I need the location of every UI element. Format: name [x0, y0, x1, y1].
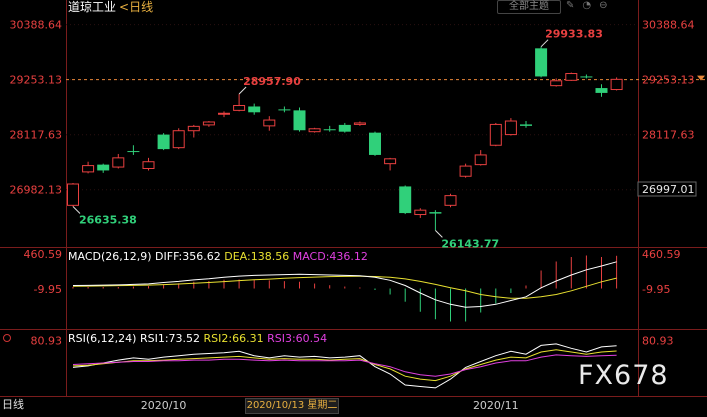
rsi-legend-label: RSI(6,12,24)	[68, 332, 137, 345]
macd-legend-label: MACD(26,12,9)	[68, 250, 152, 263]
candle-body	[489, 123, 502, 146]
candle-body	[610, 78, 623, 91]
last-price-label: 26997.01	[642, 183, 695, 196]
period-switcher[interactable]: <日线	[119, 0, 153, 14]
macd-axis-label-left: -9.95	[34, 283, 62, 296]
candle-body	[97, 164, 110, 171]
candle-body	[550, 80, 563, 87]
candle-body	[67, 183, 79, 206]
rsi-line-rsi1	[72, 343, 617, 389]
candle-body	[565, 73, 578, 81]
candle-body	[308, 128, 321, 133]
candle-body	[157, 134, 170, 150]
crosshair-date-label: 2020/10/13 星期二	[245, 398, 339, 414]
price-axis-label-right: 30388.64	[642, 19, 695, 32]
candle-body	[142, 161, 155, 170]
macd-axis-label-left: 460.59	[24, 248, 63, 261]
macd-legend-dea: DEA:138.56	[224, 250, 290, 263]
candle-body	[580, 76, 593, 78]
high-label: 28957.90	[243, 75, 301, 88]
candle-body	[369, 132, 381, 155]
chart-stage: 26635.38 28957.90 26143.77 29933.83 30388.6…	[0, 0, 707, 414]
price-axis-label-left: 29253.13	[10, 74, 63, 87]
price-axis-label-left: 30388.64	[10, 19, 63, 32]
date-axis-label: 2020/10	[141, 399, 187, 412]
low-label: 26143.77	[441, 237, 499, 250]
candle-body	[414, 209, 427, 216]
high-marker	[238, 86, 247, 95]
candle-body	[399, 186, 412, 214]
macd-legend-macd: MACD:436.12	[292, 250, 368, 263]
settings-icon[interactable]	[3, 334, 11, 342]
price-axis-label-left: 26982.13	[10, 184, 63, 197]
macd-legend: MACD(26,12,9) DIFF:356.62 DEA:138.56 MAC…	[68, 250, 368, 264]
candle-body	[263, 119, 276, 127]
price-axis-label-right: 28117.63	[642, 129, 695, 142]
low-marker	[435, 229, 443, 238]
candle-body	[429, 212, 442, 214]
theme-button[interactable]: 全部主题	[497, 0, 561, 14]
chart-title-group: 道琼工业 <日线	[68, 0, 153, 15]
high-marker	[540, 39, 549, 48]
candle-body	[82, 165, 95, 173]
period-tab-daily[interactable]: 日线	[2, 398, 24, 412]
price-axis-label-right: 29253.13	[642, 74, 695, 87]
low-marker	[72, 206, 81, 214]
candle-body	[323, 129, 336, 131]
candle-body	[338, 124, 351, 132]
price-axis-label-left: 28117.63	[10, 129, 63, 142]
candle-body	[535, 48, 548, 77]
candle-body	[504, 120, 517, 136]
toolbar-icons[interactable]: ✎◔⊖	[566, 0, 615, 12]
rsi-line-rsi2	[72, 349, 617, 382]
rsi-legend-rsi3: RSI3:60.54	[267, 332, 328, 345]
candle-body	[384, 158, 397, 165]
rsi-axis-label-right: 80.93	[642, 334, 674, 347]
macd-axis-label-right: -9.95	[642, 283, 670, 296]
candle-body	[248, 106, 261, 113]
candle-body	[233, 105, 246, 111]
rsi-legend-rsi1: RSI1:73.52	[139, 332, 201, 345]
high-label: 29933.83	[545, 28, 603, 41]
candle-body	[127, 151, 140, 153]
candle-body	[459, 165, 472, 177]
date-axis-label: 2020/11	[473, 399, 519, 412]
candle-body	[520, 124, 532, 126]
macd-axis-label-right: 460.59	[642, 248, 681, 261]
candle-body	[353, 122, 366, 125]
chart-canvas: 26635.38 28957.90 26143.77 29933.83 30388.6…	[0, 0, 707, 412]
candle-body	[595, 88, 608, 93]
low-label: 26635.38	[79, 214, 137, 227]
candle-body	[218, 112, 230, 115]
macd-legend-diff: DIFF:356.62	[155, 250, 221, 263]
candle-body	[187, 125, 200, 132]
candle-body	[444, 195, 457, 206]
rsi-axis-label-left: 80.93	[31, 334, 63, 347]
candle-body	[278, 109, 291, 111]
candle-body	[202, 121, 215, 126]
rsi-legend: RSI(6,12,24) RSI1:73.52 RSI2:66.31 RSI3:…	[68, 332, 327, 346]
candle-body	[293, 110, 306, 131]
watermark-logo: FX678	[578, 360, 669, 391]
chart-title: 道琼工业	[68, 0, 117, 14]
candle-body	[172, 130, 185, 149]
candle-body	[474, 154, 487, 166]
rsi-legend-rsi2: RSI2:66.31	[203, 332, 264, 345]
candle-body	[112, 157, 125, 168]
